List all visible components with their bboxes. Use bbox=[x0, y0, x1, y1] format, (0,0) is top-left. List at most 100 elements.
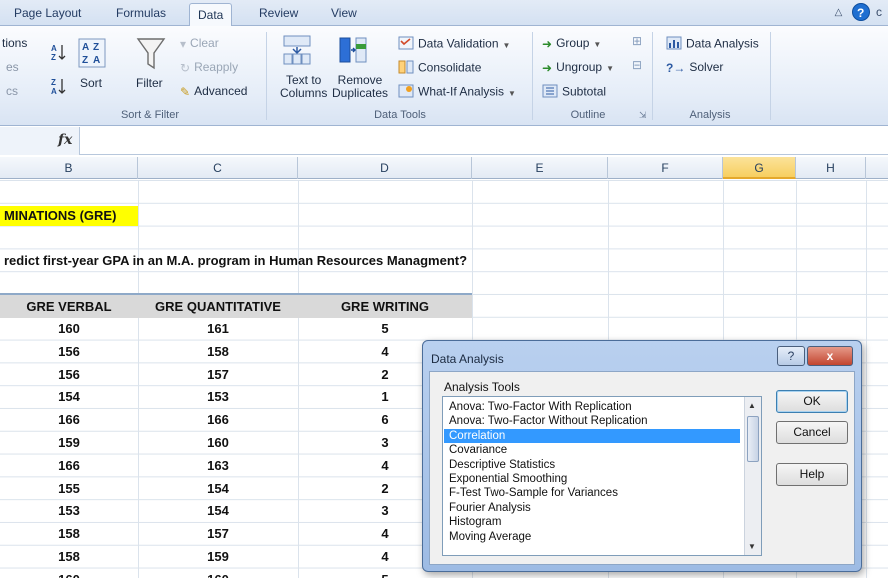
cell-verbal[interactable]: 160 bbox=[0, 572, 138, 578]
what-if-dropdown-icon: ▼ bbox=[508, 88, 516, 98]
ok-button[interactable]: OK bbox=[776, 390, 848, 413]
column-header-h[interactable]: H bbox=[796, 157, 866, 179]
list-item[interactable]: Covariance bbox=[449, 443, 507, 457]
tab-formulas[interactable]: Formulas bbox=[116, 6, 166, 20]
what-if-icon bbox=[398, 84, 414, 101]
column-header-g[interactable]: G bbox=[723, 157, 796, 179]
cell-quantitative[interactable]: 160 bbox=[138, 572, 298, 578]
subtotal-button[interactable]: Subtotal bbox=[542, 84, 606, 101]
cell-verbal[interactable]: 156 bbox=[0, 344, 138, 359]
cell-quantitative[interactable]: 161 bbox=[138, 321, 298, 336]
cell-verbal[interactable]: 159 bbox=[0, 435, 138, 450]
partial-label-3[interactable]: cs bbox=[6, 84, 18, 98]
data-validation-button[interactable]: Data Validation ▼ bbox=[398, 36, 510, 53]
column-header-d[interactable]: D bbox=[298, 157, 472, 179]
list-item[interactable]: Moving Average bbox=[449, 530, 531, 544]
sort-dialog-icon[interactable]: AZZA bbox=[78, 38, 106, 71]
cell-verbal[interactable]: 158 bbox=[0, 549, 138, 564]
list-item[interactable]: Fourier Analysis bbox=[449, 501, 531, 515]
list-item[interactable]: Histogram bbox=[449, 515, 501, 529]
cancel-button[interactable]: Cancel bbox=[776, 421, 848, 444]
outline-dialog-launcher-icon[interactable]: ⇲ bbox=[639, 110, 647, 121]
list-item[interactable]: Descriptive Statistics bbox=[449, 458, 555, 472]
list-item[interactable]: Anova: Two-Factor Without Replication bbox=[449, 414, 648, 428]
filter-button[interactable]: Filter bbox=[136, 76, 163, 90]
header-gre-writing[interactable]: GRE WRITING bbox=[298, 299, 472, 314]
list-item[interactable]: Exponential Smoothing bbox=[449, 472, 567, 486]
cell-verbal[interactable]: 160 bbox=[0, 321, 138, 336]
help-button[interactable]: Help bbox=[776, 463, 848, 486]
column-header-next[interactable] bbox=[866, 157, 888, 179]
group-label: Group bbox=[556, 36, 590, 50]
group-button[interactable]: ➜ Group ▼ bbox=[542, 36, 601, 51]
sort-button[interactable]: Sort bbox=[80, 76, 102, 90]
cell-quantitative[interactable]: 158 bbox=[138, 344, 298, 359]
scroll-up-icon[interactable]: ▲ bbox=[748, 401, 756, 410]
sheet-title-cell[interactable]: MINATIONS (GRE) bbox=[0, 206, 138, 226]
text-to-columns-icon[interactable] bbox=[282, 34, 312, 69]
grid-line bbox=[866, 180, 867, 578]
scrollbar-thumb[interactable] bbox=[747, 416, 759, 462]
sort-za-icon[interactable]: ZA bbox=[50, 76, 68, 99]
list-item[interactable]: F-Test Two-Sample for Variances bbox=[449, 486, 618, 500]
text-to-columns-button[interactable]: Text to Columns bbox=[280, 74, 327, 100]
data-analysis-button[interactable]: Data Analysis bbox=[666, 36, 759, 53]
list-item[interactable]: Anova: Two-Factor With Replication bbox=[449, 400, 632, 414]
cell-quantitative[interactable]: 157 bbox=[138, 367, 298, 382]
partial-label-1[interactable]: tions bbox=[2, 36, 27, 50]
show-detail-icon[interactable]: ⊞ bbox=[632, 34, 642, 48]
cell-quantitative[interactable]: 160 bbox=[138, 435, 298, 450]
cell-verbal[interactable]: 158 bbox=[0, 526, 138, 541]
cell-quantitative[interactable]: 153 bbox=[138, 389, 298, 404]
clear-button[interactable]: ▾ Clear bbox=[180, 36, 219, 51]
column-header-e[interactable]: E bbox=[472, 157, 608, 179]
filter-icon[interactable] bbox=[136, 36, 166, 75]
analysis-tools-label: Analysis Tools bbox=[444, 380, 520, 394]
list-scrollbar[interactable]: ▲ ▼ bbox=[744, 397, 761, 555]
column-header-c[interactable]: C bbox=[138, 157, 298, 179]
list-item-selected[interactable]: Correlation bbox=[444, 428, 740, 444]
column-header-f[interactable]: F bbox=[608, 157, 723, 179]
cell-verbal[interactable]: 166 bbox=[0, 412, 138, 427]
dialog-help-button[interactable]: ? bbox=[777, 346, 805, 366]
data-analysis-label: Data Analysis bbox=[686, 36, 759, 51]
cell-writing[interactable]: 5 bbox=[298, 572, 472, 578]
tab-data[interactable]: Data bbox=[189, 3, 233, 27]
partial-label-2[interactable]: es bbox=[6, 60, 19, 74]
dialog-close-button[interactable]: x bbox=[807, 346, 853, 366]
ungroup-button[interactable]: ➜ Ungroup ▼ bbox=[542, 60, 614, 75]
reapply-button[interactable]: ↻ Reapply bbox=[180, 60, 238, 75]
hide-detail-icon[interactable]: ⊟ bbox=[632, 58, 642, 72]
cell-quantitative[interactable]: 159 bbox=[138, 549, 298, 564]
cell-quantitative[interactable]: 154 bbox=[138, 481, 298, 496]
cell-quantitative[interactable]: 154 bbox=[138, 503, 298, 518]
cell-quantitative[interactable]: 166 bbox=[138, 412, 298, 427]
cell-quantitative[interactable]: 163 bbox=[138, 458, 298, 473]
cell-verbal[interactable]: 153 bbox=[0, 503, 138, 518]
column-header-b[interactable]: B bbox=[0, 157, 138, 179]
sort-az-icon[interactable]: AZ bbox=[50, 42, 68, 65]
what-if-button[interactable]: What-If Analysis ▼ bbox=[398, 84, 516, 101]
cell-verbal[interactable]: 166 bbox=[0, 458, 138, 473]
header-gre-verbal[interactable]: GRE VERBAL bbox=[0, 299, 138, 314]
scroll-down-icon[interactable]: ▼ bbox=[748, 542, 756, 551]
sheet-question-cell[interactable]: redict first-year GPA in an M.A. program… bbox=[4, 253, 467, 268]
header-gre-quantitative[interactable]: GRE QUANTITATIVE bbox=[138, 299, 298, 314]
help-icon[interactable]: ? bbox=[851, 3, 870, 21]
cell-verbal[interactable]: 154 bbox=[0, 389, 138, 404]
solver-button[interactable]: ?→ Solver bbox=[666, 60, 723, 75]
cell-verbal[interactable]: 156 bbox=[0, 367, 138, 382]
insert-function-icon[interactable]: fx bbox=[58, 132, 72, 148]
remove-duplicates-icon[interactable] bbox=[338, 34, 368, 69]
tab-view[interactable]: View bbox=[331, 6, 357, 20]
cell-writing[interactable]: 5 bbox=[298, 321, 472, 336]
consolidate-button[interactable]: Consolidate bbox=[398, 60, 481, 77]
minimize-ribbon-icon[interactable]: △ bbox=[835, 7, 843, 18]
cell-quantitative[interactable]: 157 bbox=[138, 526, 298, 541]
tab-page-layout[interactable]: Page Layout bbox=[14, 6, 81, 20]
analysis-tools-list[interactable]: Anova: Two-Factor With Replication Anova… bbox=[442, 396, 762, 556]
cell-verbal[interactable]: 155 bbox=[0, 481, 138, 496]
remove-duplicates-button[interactable]: Remove Duplicates bbox=[332, 74, 388, 100]
tab-review[interactable]: Review bbox=[259, 6, 298, 20]
advanced-button[interactable]: ✎ Advanced bbox=[180, 84, 247, 99]
